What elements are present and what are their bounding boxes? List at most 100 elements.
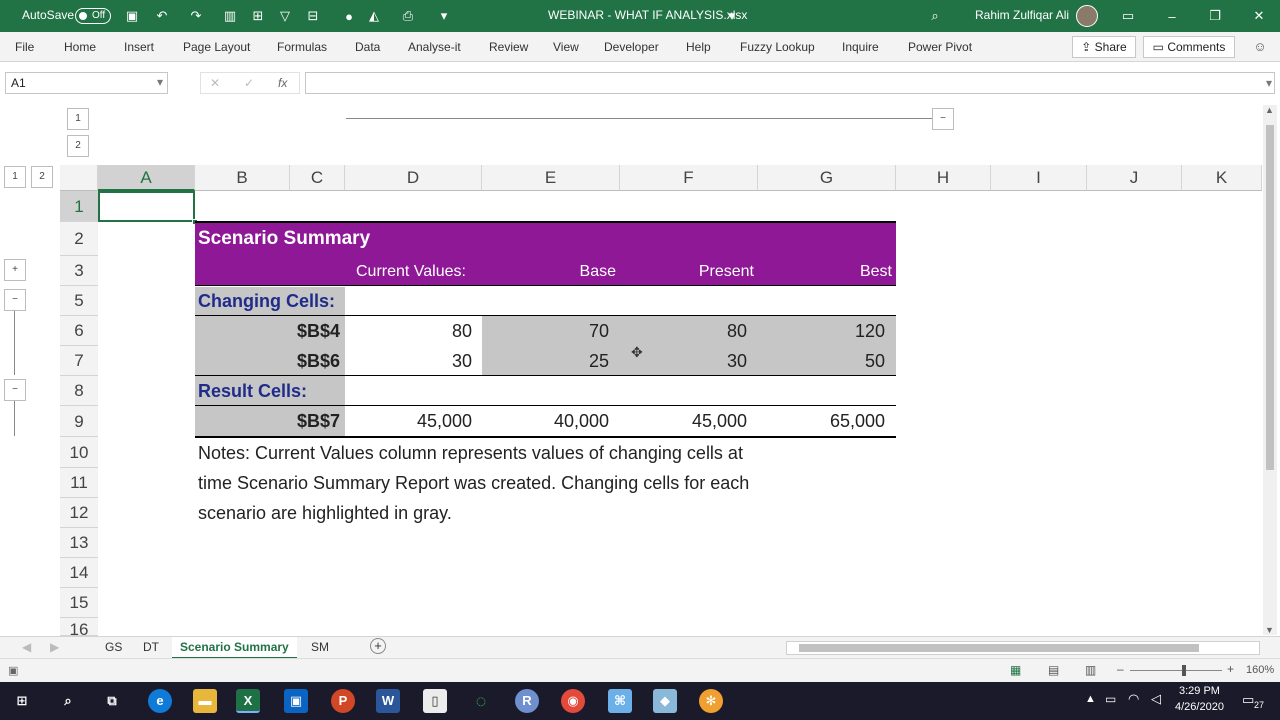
- network-app-icon[interactable]: ⌘: [608, 689, 632, 713]
- cancel-icon[interactable]: ✕: [210, 76, 220, 90]
- notes-line-3[interactable]: scenario are highlighted in gray.: [198, 503, 452, 524]
- zoom-slider-thumb[interactable]: [1182, 665, 1186, 676]
- notification-icon[interactable]: ▭: [1242, 692, 1254, 708]
- cell-current-b4[interactable]: 80: [345, 321, 472, 342]
- chart-icon[interactable]: ▥: [220, 6, 240, 26]
- file-name[interactable]: WEBINAR - WHAT IF ANALYSIS.xlsx: [548, 8, 747, 22]
- cell-best-b7[interactable]: 65,000: [758, 411, 885, 432]
- column-header-a[interactable]: A: [98, 165, 195, 191]
- circle-icon[interactable]: ●: [339, 6, 359, 26]
- tab-developer[interactable]: Developer: [604, 40, 659, 54]
- comments-button[interactable]: ▭ Comments: [1143, 36, 1235, 58]
- select-all-corner[interactable]: [60, 165, 98, 191]
- cell-base-b7[interactable]: 40,000: [482, 411, 609, 432]
- tab-data[interactable]: Data: [355, 40, 380, 54]
- tab-file[interactable]: File: [15, 40, 34, 54]
- sheet-tab-gs[interactable]: GS: [105, 640, 122, 654]
- file-explorer-icon[interactable]: ▬: [193, 689, 217, 713]
- page-layout-view-icon[interactable]: ▤: [1048, 663, 1059, 677]
- smiley-icon[interactable]: ☺: [1250, 36, 1270, 56]
- pivot-icon[interactable]: ⊞: [248, 6, 268, 26]
- row-header-7[interactable]: 7: [60, 346, 98, 376]
- row-header-16[interactable]: 16: [60, 618, 98, 636]
- row-header-6[interactable]: 6: [60, 316, 98, 346]
- zoom-level[interactable]: 160%: [1246, 664, 1274, 676]
- macro-record-icon[interactable]: ▣: [8, 664, 18, 677]
- scroll-up-icon[interactable]: ▲: [1265, 105, 1274, 115]
- cell-current-b6[interactable]: 30: [345, 351, 472, 372]
- zoom-in-icon[interactable]: +: [1227, 662, 1234, 676]
- customize-toolbar-icon[interactable]: ▾: [434, 6, 454, 26]
- tab-fuzzy-lookup[interactable]: Fuzzy Lookup: [740, 40, 815, 54]
- row-header-3[interactable]: 3: [60, 256, 98, 286]
- horizontal-scroll-thumb[interactable]: [799, 644, 1199, 652]
- camera-icon[interactable]: ⎙: [398, 6, 418, 26]
- search-icon[interactable]: ⌕: [56, 689, 80, 713]
- selected-cell-a1[interactable]: [98, 191, 195, 222]
- column-header-b[interactable]: B: [195, 165, 290, 191]
- restore-icon[interactable]: ❐: [1205, 6, 1225, 26]
- outline-row-level-1[interactable]: 1: [67, 108, 89, 130]
- autosave-toggle[interactable]: Off: [75, 8, 111, 24]
- cell-present-b7[interactable]: 45,000: [620, 411, 747, 432]
- row-header-13[interactable]: 13: [60, 528, 98, 558]
- clock-date[interactable]: 4/26/2020: [1175, 701, 1224, 713]
- normal-view-icon[interactable]: ▦: [1010, 663, 1021, 677]
- cell-present-b4[interactable]: 80: [620, 321, 747, 342]
- column-header-i[interactable]: I: [991, 165, 1087, 191]
- r-app-icon[interactable]: R: [515, 689, 539, 713]
- insert-function-icon[interactable]: fx: [278, 76, 287, 90]
- row-header-9[interactable]: 9: [60, 406, 98, 437]
- outline-collapse-result[interactable]: −: [4, 379, 26, 401]
- wifi-icon[interactable]: ◠: [1128, 691, 1139, 707]
- powerpoint-icon[interactable]: P: [331, 689, 355, 713]
- column-header-j[interactable]: J: [1087, 165, 1182, 191]
- add-sheet-icon[interactable]: +: [370, 638, 386, 654]
- notes-line-2[interactable]: time Scenario Summary Report was created…: [198, 473, 749, 494]
- tab-inquire[interactable]: Inquire: [842, 40, 879, 54]
- expand-formula-icon[interactable]: ▾: [1266, 76, 1272, 90]
- sheet-tab-sm[interactable]: SM: [311, 640, 329, 654]
- chrome-icon[interactable]: ◉: [561, 689, 585, 713]
- next-sheet-icon[interactable]: ▶: [50, 640, 59, 654]
- column-header-d[interactable]: D: [345, 165, 482, 191]
- vertical-scroll-thumb[interactable]: [1266, 125, 1274, 470]
- tab-home[interactable]: Home: [64, 40, 96, 54]
- tool-app-icon[interactable]: ◆: [653, 689, 677, 713]
- tab-insert[interactable]: Insert: [124, 40, 154, 54]
- sheet-tab-scenario-summary[interactable]: Scenario Summary: [172, 637, 297, 659]
- row-header-5[interactable]: 5: [60, 286, 98, 316]
- column-header-f[interactable]: F: [620, 165, 758, 191]
- undo-icon[interactable]: ↶: [152, 6, 172, 26]
- tab-formulas[interactable]: Formulas: [277, 40, 327, 54]
- battery-icon[interactable]: ▭: [1105, 692, 1116, 706]
- cell-name-b6[interactable]: $B$6: [195, 351, 340, 372]
- edge-icon[interactable]: e: [148, 689, 172, 713]
- save-icon[interactable]: ▣: [122, 6, 142, 26]
- column-header-e[interactable]: E: [482, 165, 620, 191]
- outline-collapse-columns[interactable]: −: [932, 108, 954, 130]
- windows-start-icon[interactable]: ⊞: [10, 689, 34, 713]
- excel-icon[interactable]: X: [236, 689, 260, 713]
- row-header-11[interactable]: 11: [60, 468, 98, 498]
- page-break-view-icon[interactable]: ▥: [1085, 663, 1096, 677]
- row-header-15[interactable]: 15: [60, 588, 98, 618]
- sheet-tab-dt[interactable]: DT: [143, 640, 159, 654]
- column-header-h[interactable]: H: [896, 165, 991, 191]
- tab-review[interactable]: Review: [489, 40, 528, 54]
- table-icon[interactable]: ⊟: [303, 6, 323, 26]
- row-header-10[interactable]: 10: [60, 437, 98, 468]
- name-box[interactable]: A1 ▾: [5, 72, 168, 94]
- scroll-down-icon[interactable]: ▼: [1265, 625, 1274, 635]
- cell-best-b6[interactable]: 50: [758, 351, 885, 372]
- column-header-g[interactable]: G: [758, 165, 896, 191]
- outline-col-level-1[interactable]: 1: [4, 166, 26, 188]
- avatar[interactable]: [1076, 5, 1098, 27]
- prev-sheet-icon[interactable]: ◀: [22, 640, 31, 654]
- ribbon-display-icon[interactable]: ▭: [1118, 6, 1138, 26]
- cell-current-b7[interactable]: 45,000: [345, 411, 472, 432]
- tab-view[interactable]: View: [553, 40, 579, 54]
- share-button[interactable]: ⇪ Share: [1072, 36, 1136, 58]
- store-icon[interactable]: ▣: [284, 689, 308, 713]
- row-header-12[interactable]: 12: [60, 498, 98, 528]
